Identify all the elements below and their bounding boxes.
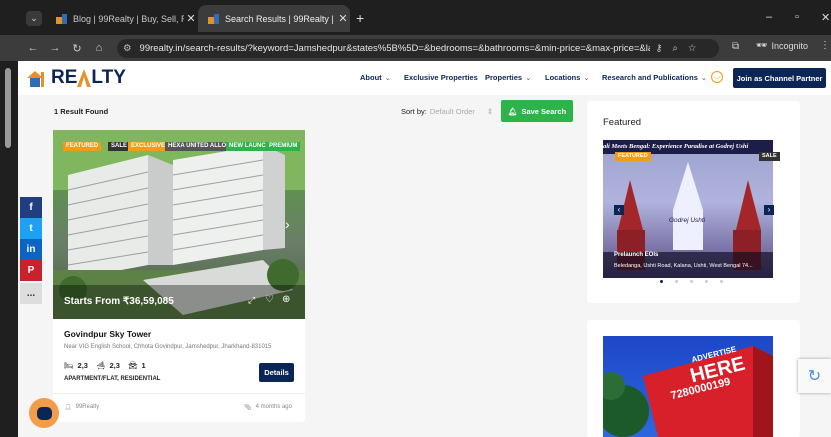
- browser-menu-icon[interactable]: ⋮: [820, 40, 830, 51]
- chat-launcher-button[interactable]: [29, 398, 59, 428]
- close-icon[interactable]: ✕: [184, 12, 198, 25]
- next-image-arrow[interactable]: ›: [285, 216, 290, 232]
- incognito-indicator[interactable]: 🕶 Incognito: [756, 40, 808, 51]
- reload-icon[interactable]: ↻: [66, 42, 88, 55]
- linkedin-share-button[interactable]: in: [20, 239, 42, 260]
- featured-brand: Godrej Ushti: [669, 217, 706, 224]
- favorite-icon[interactable]: ♡: [265, 294, 274, 305]
- url-bar[interactable]: ⚙ 99realty.in/search-results/?keyword=Ja…: [117, 39, 719, 58]
- save-search-button[interactable]: 🔔︎ Save Search: [501, 100, 573, 122]
- details-button[interactable]: Details: [259, 363, 294, 382]
- slider-dot-2[interactable]: [675, 280, 678, 283]
- chevron-down-icon: ⌄: [583, 73, 590, 82]
- featured-address: Beledanga, Ushti Road, Kalana, Ushti, We…: [614, 263, 753, 269]
- chevron-down-icon: ⌄: [384, 73, 391, 82]
- bath-icon: 🛁︎: [95, 361, 106, 370]
- tag-exclusive: EXCLUSIVE: [128, 142, 169, 151]
- zoom-icon[interactable]: ⌕: [673, 43, 678, 54]
- featured-heading: Featured: [603, 117, 642, 128]
- nav-properties[interactable]: Properties ⌄: [485, 73, 531, 82]
- site-info-icon[interactable]: ⚙: [123, 43, 132, 54]
- nav-about[interactable]: About ⌄: [360, 73, 391, 82]
- featured-status: Prelaunch EOIs: [614, 252, 659, 258]
- slider-dot-5[interactable]: [720, 280, 723, 283]
- listing-posted: 📎︎ 4 months ago: [244, 404, 292, 411]
- extensions-icon[interactable]: ⧉: [732, 41, 739, 52]
- slider-dots: [660, 280, 723, 283]
- listing-amenities: 🛏︎ 2,3 🛁︎ 2,3 🚘︎ 1: [64, 361, 146, 370]
- property-image[interactable]: [53, 130, 305, 319]
- site-favicon: [56, 13, 67, 24]
- restore-button[interactable]: ▫: [795, 11, 799, 23]
- chevron-down-icon: ⌄: [700, 73, 708, 82]
- join-channel-partner-button[interactable]: Join as Channel Partner: [733, 68, 826, 88]
- listing-price: Starts From ₹36,59,085: [64, 296, 174, 307]
- chevron-down-icon: ⌄: [525, 73, 532, 82]
- logo-house-icon: [27, 71, 44, 87]
- recaptcha-icon: ↻: [807, 368, 822, 385]
- web-page: RE LTY About ⌄ Exclusive Properties Prope…: [18, 61, 831, 437]
- close-window-button[interactable]: ✕: [821, 11, 830, 24]
- card-divider: [53, 393, 305, 394]
- slider-dot-3[interactable]: [690, 280, 693, 283]
- facebook-share-button[interactable]: f: [20, 197, 42, 218]
- bookmark-star-icon[interactable]: ☆: [688, 43, 697, 54]
- key-icon[interactable]: ⚷: [656, 43, 663, 54]
- slide-prev-button[interactable]: ‹: [614, 205, 624, 215]
- tag-featured: FEATURED: [63, 142, 102, 151]
- site-favicon: [208, 13, 219, 24]
- sort-arrows-icon: ⇕: [486, 107, 494, 116]
- recaptcha-badge[interactable]: ↻: [798, 359, 831, 393]
- nav-locations[interactable]: Locations ⌄: [545, 73, 590, 82]
- bell-icon: 🔔︎: [507, 106, 518, 116]
- featured-slide-title[interactable]: ali Meets Bengal: Experience Paradise at…: [603, 143, 773, 150]
- slide-next-button[interactable]: ›: [764, 205, 774, 215]
- listing-address: Near VIG English School, Chhota Govindpu…: [64, 344, 272, 350]
- logo-a-icon: [77, 69, 92, 87]
- tab-search-results[interactable]: Search Results | 99Realty | Buy, ✕: [198, 5, 350, 32]
- url-text: 99realty.in/search-results/?keyword=Jams…: [139, 43, 650, 54]
- more-share-button[interactable]: ...: [20, 283, 42, 304]
- user-icon: 👤︎: [64, 405, 72, 411]
- results-count: 1 Result Found: [54, 107, 109, 116]
- expand-icon[interactable]: ⤢: [248, 295, 255, 306]
- listing-type: APARTMENT/FLAT, RESIDENTIAL: [64, 376, 161, 382]
- close-icon[interactable]: ✕: [336, 12, 350, 25]
- bed-icon: 🛏︎: [64, 361, 74, 370]
- nav-exclusive-properties[interactable]: Exclusive Properties: [404, 73, 478, 82]
- building-illustration: [53, 130, 305, 319]
- listing-title[interactable]: Govindpur Sky Tower: [64, 329, 151, 339]
- twitter-share-button[interactable]: t: [20, 218, 42, 239]
- new-tab-button[interactable]: +: [356, 10, 364, 26]
- incognito-icon: 🕶: [756, 40, 768, 50]
- slider-dot-1[interactable]: [660, 280, 663, 283]
- chat-icon: [36, 406, 52, 420]
- tab-blog[interactable]: Blog | 99Realty | Buy, Sell, Rent ✕: [46, 5, 198, 32]
- page-scrollbar-thumb[interactable]: [5, 68, 11, 148]
- forward-icon[interactable]: →: [44, 42, 66, 54]
- car-icon: 🚘︎: [127, 361, 138, 370]
- nav-research-publications[interactable]: Research and Publications ⌄: [602, 73, 707, 82]
- tag-premium: PREMIUM: [266, 142, 301, 151]
- slider-dot-4[interactable]: [705, 280, 708, 283]
- tag-sale: SALE: [108, 142, 131, 151]
- listing-author[interactable]: 👤︎ 99Realty: [64, 404, 99, 411]
- site-logo[interactable]: RE LTY: [27, 66, 126, 90]
- paperclip-icon: 📎︎: [244, 405, 252, 411]
- minimize-button[interactable]: –: [766, 11, 772, 23]
- user-account-icon[interactable]: ◡: [711, 71, 723, 83]
- compare-icon[interactable]: ⊕: [282, 294, 290, 305]
- back-icon[interactable]: ←: [22, 42, 44, 54]
- pinterest-share-button[interactable]: P: [20, 260, 42, 281]
- featured-badge: FEATURED: [615, 152, 651, 161]
- tab-search-button[interactable]: ⌄: [26, 11, 42, 26]
- home-icon[interactable]: ⌂: [88, 42, 110, 54]
- sort-dropdown[interactable]: Sort by: Default Order ⇕: [401, 107, 493, 116]
- sale-badge: SALE: [759, 152, 780, 161]
